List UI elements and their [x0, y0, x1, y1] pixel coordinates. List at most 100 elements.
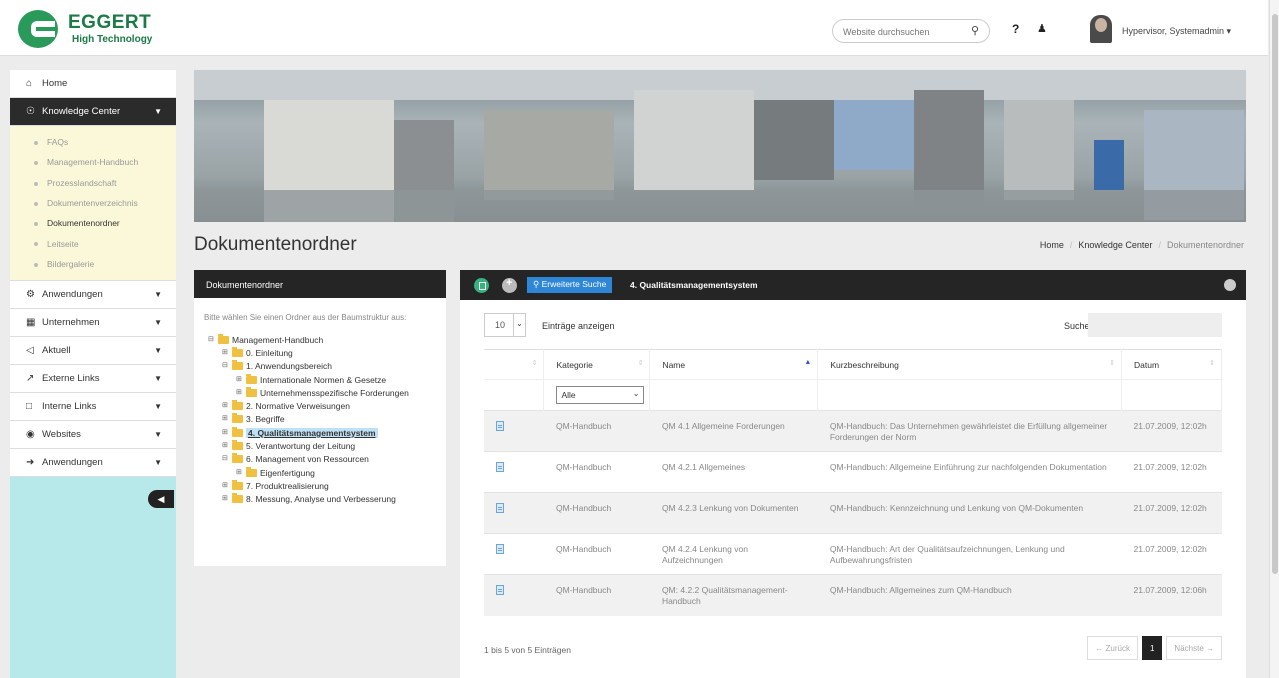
sidebar-item-externe-links[interactable]: ↗ Externe Links ▼	[10, 365, 176, 394]
tree-node[interactable]: ⊞ Internationale Normen & Gesetze	[208, 373, 446, 386]
column-header-datum[interactable]: Datum ⇕	[1121, 349, 1222, 380]
tree-node[interactable]: ⊟ Management-Handbuch	[208, 333, 446, 346]
scrollbar-thumb[interactable]	[1272, 14, 1278, 574]
subnav-item-leitseite[interactable]: Leitseite	[10, 233, 176, 253]
folder-icon	[232, 453, 243, 464]
column-header-name[interactable]: Name ▲	[649, 349, 819, 380]
page-scrollbar[interactable]	[1269, 0, 1279, 678]
page-button-current[interactable]: 1	[1141, 636, 1163, 660]
cell-name[interactable]: QM 4.1 Allgemeine Forderungen	[649, 410, 818, 452]
tree-node[interactable]: ⊞ 3. Begriffe	[208, 413, 446, 426]
column-header-icon[interactable]: ⇕	[484, 349, 545, 380]
page-length-select[interactable]: 10 ⌄	[484, 313, 526, 337]
expand-icon[interactable]: ⊞	[236, 469, 244, 477]
column-header-kategorie[interactable]: Kategorie ⇕	[543, 349, 651, 380]
column-header-kurzbeschreibung[interactable]: Kurzbeschreibung ⇕	[817, 349, 1123, 380]
category-filter-select[interactable]: Alle ⌄	[556, 386, 645, 404]
expand-icon[interactable]: ⊞	[222, 402, 230, 410]
folder-icon	[232, 413, 243, 424]
document-icon[interactable]	[496, 585, 504, 595]
knowledge-center-submenu: FAQs Management-Handbuch Prozesslandscha…	[10, 126, 176, 282]
sidebar-item-home[interactable]: ⌂ Home	[10, 70, 176, 98]
sort-asc-icon: ▲	[804, 359, 812, 366]
sidebar-item-aktuell[interactable]: ◁ Aktuell ▼	[10, 337, 176, 366]
next-page-button[interactable]: Nächste →	[1166, 636, 1222, 660]
table-search-input[interactable]	[1088, 313, 1222, 337]
expand-icon[interactable]: ⊞	[236, 376, 244, 384]
table-row[interactable]: QM-Handbuch QM 4.1 Allgemeine Forderunge…	[484, 410, 1222, 452]
table-row[interactable]: QM-Handbuch QM: 4.2.2 Qualitätsmanagemen…	[484, 574, 1222, 616]
tree-node-selected[interactable]: ⊞ 4. Qualitätsmanagementsystem	[208, 426, 446, 439]
cell-name[interactable]: QM 4.2.1 Allgemeines	[649, 451, 818, 493]
sidebar-item-anwendungen[interactable]: ⚙ Anwendungen ▼	[10, 281, 176, 310]
subnav-item-dokumentenverzeichnis[interactable]: Dokumentenverzeichnis	[10, 193, 176, 213]
site-search[interactable]: ⚲	[832, 19, 990, 43]
eggert-logo[interactable]: EGGERT High Technology	[12, 8, 172, 50]
site-search-input[interactable]	[843, 24, 953, 39]
tree-node[interactable]: ⊞ 5. Verantwortung der Leitung	[208, 439, 446, 452]
save-icon[interactable]	[474, 278, 489, 293]
settings-icon[interactable]	[1224, 279, 1236, 291]
expand-icon[interactable]: ⊞	[222, 415, 230, 423]
folder-title: 4. Qualitätsmanagementsystem	[630, 280, 758, 290]
document-icon[interactable]	[496, 421, 504, 431]
user-icon[interactable]: ♟	[1037, 22, 1047, 35]
sidebar-item-knowledge-center[interactable]: ☉ Knowledge Center ▼	[10, 98, 176, 126]
sort-icon: ⇕	[637, 360, 644, 367]
table-row[interactable]: QM-Handbuch QM 4.2.1 Allgemeines QM-Hand…	[484, 451, 1222, 493]
expand-icon[interactable]: ⊞	[236, 389, 244, 397]
tree-node[interactable]: ⊞ 7. Produktrealisierung	[208, 479, 446, 492]
subnav-item-management-handbuch[interactable]: Management-Handbuch	[10, 152, 176, 172]
sidebar-item-label: Interne Links	[42, 401, 97, 413]
advanced-search-button[interactable]: ⚲ Erweiterte Suche	[527, 277, 613, 293]
table-row[interactable]: QM-Handbuch QM 4.2.3 Lenkung von Dokumen…	[484, 492, 1222, 534]
cell-description: QM-Handbuch: Art der Qualitätsaufzeichnu…	[817, 533, 1122, 575]
cell-name[interactable]: QM 4.2.3 Lenkung von Dokumenten	[649, 492, 818, 534]
cogs-icon: ⚙	[26, 289, 35, 301]
prev-page-button[interactable]: ← Zurück	[1087, 636, 1138, 660]
breadcrumb-knowledge-center[interactable]: Knowledge Center	[1078, 240, 1152, 250]
search-icon[interactable]: ⚲	[971, 24, 979, 37]
bulb-icon: ☉	[26, 106, 35, 117]
cell-name[interactable]: QM: 4.2.2 Qualitätsmanagement-Handbuch	[649, 574, 818, 616]
document-icon[interactable]	[496, 462, 504, 472]
avatar[interactable]	[1090, 15, 1112, 43]
subnav-item-faqs[interactable]: FAQs	[10, 132, 176, 152]
sidebar-item-unternehmen[interactable]: ▦ Unternehmen ▼	[10, 309, 176, 338]
cell-name[interactable]: QM 4.2.4 Lenkung von Aufzeichnungen	[649, 533, 818, 575]
breadcrumb: Home / Knowledge Center / Dokumentenordner	[1039, 240, 1244, 250]
tree-node[interactable]: ⊟ 6. Management von Ressourcen	[208, 453, 446, 466]
tree-node[interactable]: ⊞ 0. Einleitung	[208, 346, 446, 359]
user-menu[interactable]: Hypervisor, Systemadmin ▾	[1122, 26, 1231, 37]
tree-node[interactable]: ⊞ Eigenfertigung	[208, 466, 446, 479]
subnav-item-bildergalerie[interactable]: Bildergalerie	[10, 254, 176, 274]
breadcrumb-home[interactable]: Home	[1040, 240, 1064, 250]
help-icon[interactable]: ?	[1012, 22, 1019, 36]
tree-node[interactable]: ⊞ 8. Messung, Analyse und Verbesserung	[208, 493, 446, 506]
expand-icon[interactable]: ⊞	[222, 349, 230, 357]
sidebar-item-anwendungen-2[interactable]: ➜ Anwendungen ▼	[10, 449, 176, 478]
add-icon[interactable]	[502, 277, 517, 293]
collapse-icon[interactable]: ⊟	[208, 336, 216, 344]
expand-icon[interactable]: ⊞	[222, 429, 230, 437]
factory-banner-image	[194, 70, 1246, 222]
documents-toolbar: ⚲ Erweiterte Suche 4. Qualitätsmanagemen…	[460, 270, 1246, 300]
sidebar-item-label: Anwendungen	[42, 457, 103, 469]
expand-icon[interactable]: ⊞	[222, 495, 230, 503]
expand-icon[interactable]: ⊞	[222, 482, 230, 490]
tree-node[interactable]: ⊞ Unternehmensspezifische Forderungen	[208, 386, 446, 399]
collapse-icon[interactable]: ⊟	[222, 362, 230, 370]
subnav-item-dokumentenordner[interactable]: Dokumentenordner	[10, 213, 176, 233]
tree-node[interactable]: ⊟ 1. Anwendungsbereich	[208, 360, 446, 373]
collapse-icon[interactable]: ⊟	[222, 455, 230, 463]
tree-node[interactable]: ⊞ 2. Normative Verweisungen	[208, 399, 446, 412]
sidebar-collapse-button[interactable]: ◀	[148, 490, 174, 508]
chevron-down-icon: ⌄	[513, 313, 525, 337]
subnav-item-prozesslandschaft[interactable]: Prozesslandschaft	[10, 173, 176, 193]
sidebar-item-websites[interactable]: ◉ Websites ▼	[10, 421, 176, 450]
expand-icon[interactable]: ⊞	[222, 442, 230, 450]
sidebar-item-interne-links[interactable]: □ Interne Links ▼	[10, 393, 176, 422]
table-row[interactable]: QM-Handbuch QM 4.2.4 Lenkung von Aufzeic…	[484, 533, 1222, 575]
document-icon[interactable]	[496, 544, 504, 554]
document-icon[interactable]	[496, 503, 504, 513]
